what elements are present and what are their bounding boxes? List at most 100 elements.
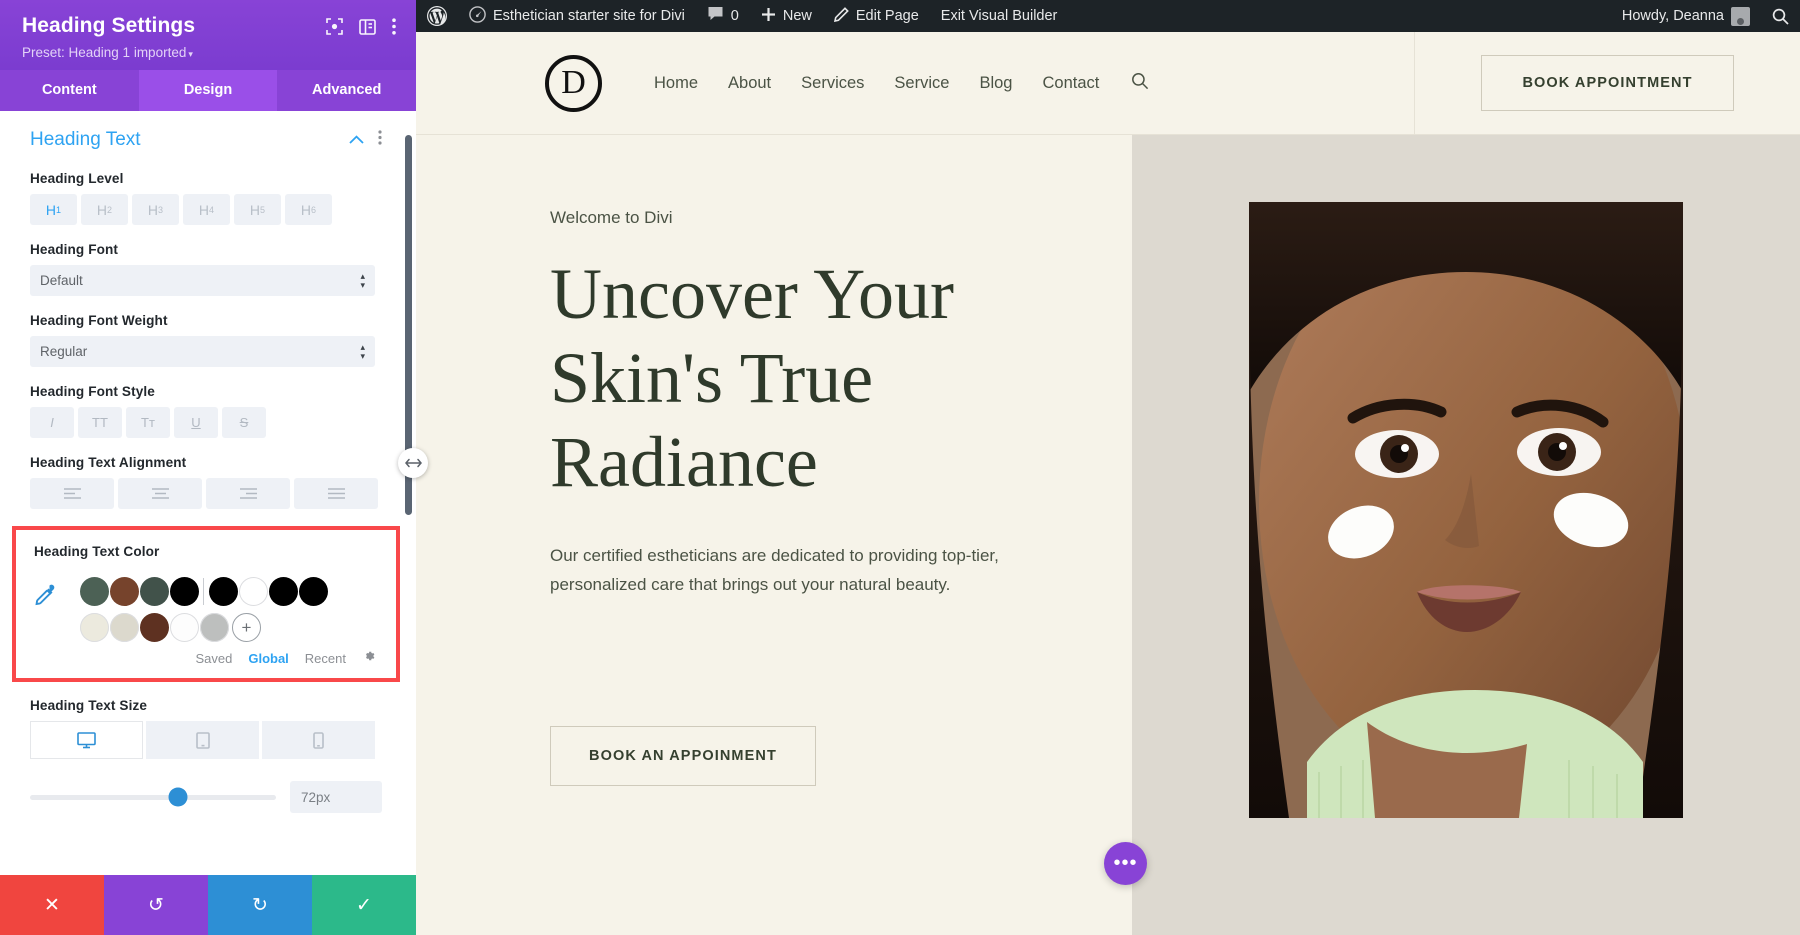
exit-visual-builder-menu[interactable]: Exit Visual Builder xyxy=(930,0,1069,32)
hero-cta-button[interactable]: BOOK AN APPOINMENT xyxy=(550,726,816,786)
hero-photo-illustration xyxy=(1249,202,1683,818)
hero-subtitle: Our certified estheticians are dedicated… xyxy=(550,541,1000,601)
my-account-menu[interactable]: Howdy, Deanna xyxy=(1611,0,1761,32)
heading-text-size-slider[interactable] xyxy=(30,795,276,800)
site-name-menu[interactable]: Esthetician starter site for Divi xyxy=(458,0,696,32)
heading-level-h6[interactable]: H6 xyxy=(285,194,332,225)
panel-preset-selector[interactable]: Preset: Heading 1 imported▾ xyxy=(22,45,396,60)
slider-handle[interactable] xyxy=(168,788,187,807)
search-icon[interactable] xyxy=(1761,0,1800,32)
heading-level-h3[interactable]: H3 xyxy=(132,194,179,225)
color-swatch[interactable] xyxy=(239,577,268,606)
underline-icon: U xyxy=(191,415,200,430)
howdy-label: Howdy, Deanna xyxy=(1622,8,1724,24)
font-style-strikethrough-button[interactable]: S xyxy=(222,407,266,438)
heading-level-h4[interactable]: H4 xyxy=(183,194,230,225)
comments-menu[interactable]: 0 xyxy=(696,0,750,32)
h3-subscript: 3 xyxy=(158,205,163,215)
color-swatch[interactable] xyxy=(80,577,109,606)
color-swatch[interactable] xyxy=(140,577,169,606)
device-desktop-button[interactable] xyxy=(30,721,143,759)
color-swatch[interactable] xyxy=(299,577,328,606)
heading-text-size-input[interactable] xyxy=(290,781,382,813)
font-style-smallcaps-button[interactable]: Tт xyxy=(126,407,170,438)
font-style-underline-button[interactable]: U xyxy=(174,407,218,438)
undo-button[interactable]: ↺ xyxy=(104,875,208,935)
redo-button[interactable]: ↻ xyxy=(208,875,312,935)
hero-title[interactable]: Uncover Your Skin's True Radiance xyxy=(550,252,1132,505)
nav-link-home[interactable]: Home xyxy=(654,74,698,93)
color-swatch[interactable] xyxy=(170,577,199,606)
color-swatch[interactable] xyxy=(269,577,298,606)
new-content-menu[interactable]: New xyxy=(750,0,823,32)
font-style-uppercase-button[interactable]: TT xyxy=(78,407,122,438)
panel-more-options-icon[interactable] xyxy=(392,18,396,40)
heading-font-weight-label: Heading Font Weight xyxy=(30,313,382,328)
select-arrows-icon: ▴▾ xyxy=(360,272,365,290)
section-more-options-icon[interactable] xyxy=(378,130,382,150)
color-swatch[interactable] xyxy=(209,577,238,606)
panel-resize-handle[interactable] xyxy=(398,448,428,478)
heading-level-h2[interactable]: H2 xyxy=(81,194,128,225)
color-swatch[interactable] xyxy=(170,613,199,642)
font-style-italic-button[interactable]: I xyxy=(30,407,74,438)
eyedropper-icon[interactable] xyxy=(34,577,80,611)
nav-link-services[interactable]: Services xyxy=(801,74,864,93)
cancel-button[interactable]: ✕ xyxy=(0,875,104,935)
hero-eyebrow: Welcome to Divi xyxy=(550,208,1132,228)
h4-subscript: 4 xyxy=(209,205,214,215)
comments-count: 0 xyxy=(731,8,739,24)
nav-link-about[interactable]: About xyxy=(728,74,771,93)
h1-subscript: 1 xyxy=(56,205,61,215)
color-swatch[interactable] xyxy=(200,613,229,642)
site-logo[interactable]: D xyxy=(545,55,602,112)
section-title: Heading Text xyxy=(30,129,141,151)
color-swatch-row-global xyxy=(80,577,378,606)
color-tab-global[interactable]: Global xyxy=(248,651,288,666)
heading-text-size-label: Heading Text Size xyxy=(30,698,382,713)
heading-font-weight-select[interactable]: Regular ▴▾ xyxy=(30,336,375,367)
align-justify-button[interactable] xyxy=(294,478,378,509)
nav-link-blog[interactable]: Blog xyxy=(979,74,1012,93)
save-button[interactable]: ✓ xyxy=(312,875,416,935)
color-swatch[interactable] xyxy=(80,613,109,642)
focus-module-icon[interactable] xyxy=(326,18,343,40)
edit-page-menu[interactable]: Edit Page xyxy=(823,0,930,32)
collapse-section-icon[interactable] xyxy=(349,131,364,149)
panel-layout-icon[interactable] xyxy=(359,19,376,40)
tab-design[interactable]: Design xyxy=(139,70,278,111)
color-swatch[interactable] xyxy=(140,613,169,642)
gear-icon[interactable] xyxy=(362,649,376,668)
nav-link-contact[interactable]: Contact xyxy=(1042,74,1099,93)
color-tab-recent[interactable]: Recent xyxy=(305,651,346,666)
heading-font-value: Default xyxy=(40,273,83,288)
color-swatch-row-secondary: + xyxy=(80,613,378,642)
color-tab-saved[interactable]: Saved xyxy=(195,651,232,666)
device-tablet-button[interactable] xyxy=(146,721,259,759)
tab-advanced[interactable]: Advanced xyxy=(277,70,416,111)
align-right-button[interactable] xyxy=(206,478,290,509)
align-left-button[interactable] xyxy=(30,478,114,509)
heading-level-h1[interactable]: H1 xyxy=(30,194,77,225)
align-center-button[interactable] xyxy=(118,478,202,509)
h5-subscript: 5 xyxy=(260,205,265,215)
new-label: New xyxy=(783,8,812,24)
search-icon[interactable] xyxy=(1131,72,1149,95)
tab-content[interactable]: Content xyxy=(0,70,139,111)
divi-floating-menu-button[interactable]: ••• xyxy=(1104,842,1147,885)
heading-level-h5[interactable]: H5 xyxy=(234,194,281,225)
nav-link-service[interactable]: Service xyxy=(894,74,949,93)
add-color-button[interactable]: + xyxy=(232,613,261,642)
hero-image-column xyxy=(1132,135,1800,935)
heading-font-select[interactable]: Default ▴▾ xyxy=(30,265,375,296)
book-appointment-button[interactable]: BOOK APPOINTMENT xyxy=(1481,55,1733,111)
avatar-head xyxy=(1737,18,1744,25)
heading-font-style-label: Heading Font Style xyxy=(30,384,382,399)
device-phone-button[interactable] xyxy=(262,721,375,759)
heading-level-buttons: H1 H2 H3 H4 H5 H6 xyxy=(30,194,382,225)
color-swatch[interactable] xyxy=(110,613,139,642)
heading-text-color-field: Heading Text Color xyxy=(12,526,400,682)
strikethrough-icon: S xyxy=(240,415,249,430)
color-swatch[interactable] xyxy=(110,577,139,606)
wordpress-logo-icon[interactable] xyxy=(416,0,458,32)
